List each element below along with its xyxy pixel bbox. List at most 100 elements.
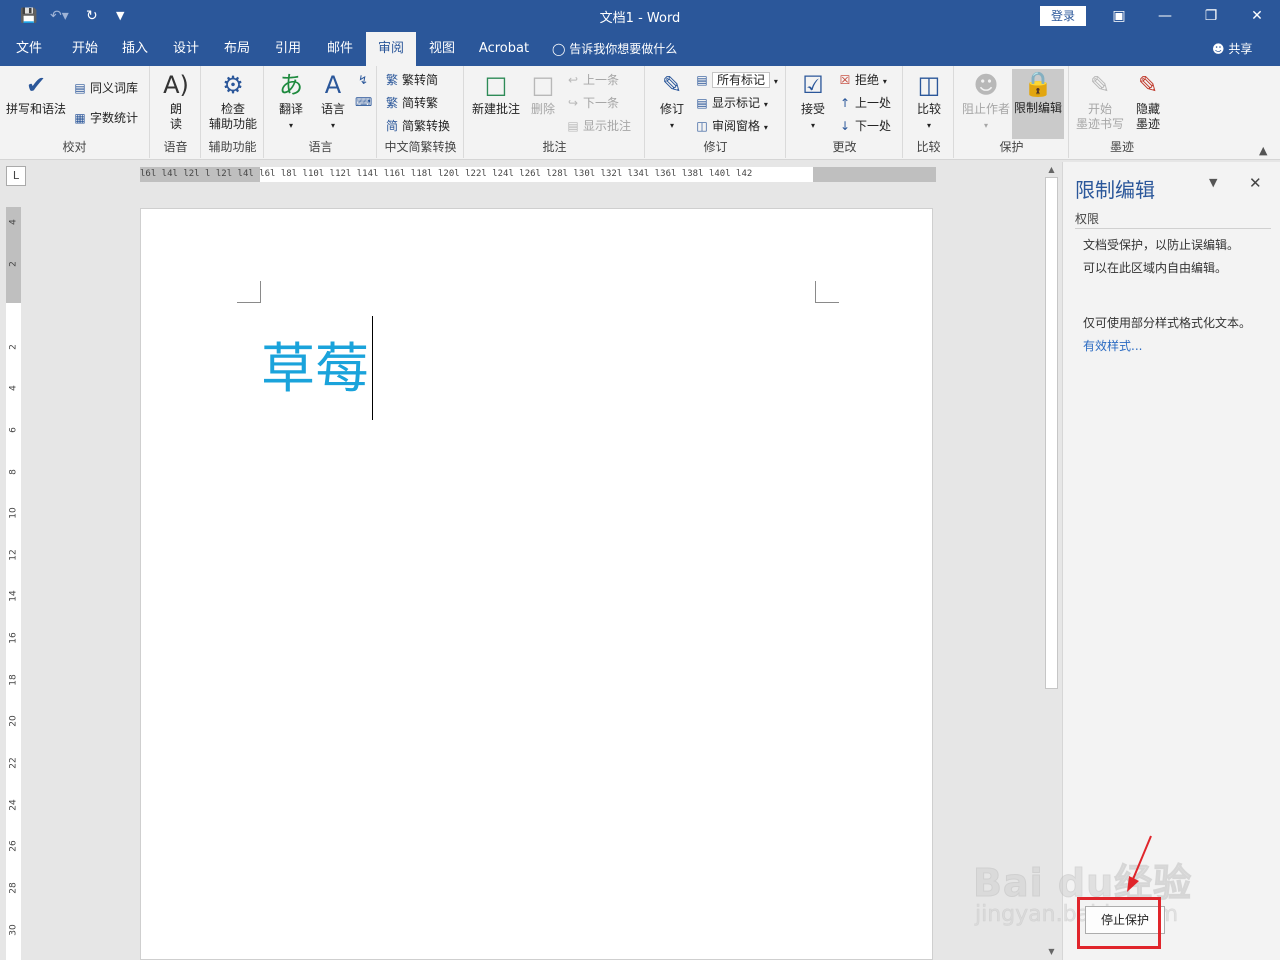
restrict-editing-icon: 🔒 [1023,70,1053,98]
group-proofing: ✔ 拼写和语法 ▤ 同义词库 ▦ 字数统计 校对 [0,66,150,158]
group-speech: A) 朗 读 语音 [151,66,201,158]
pen-icon: ✎ [1089,71,1111,99]
accept-icon: ☑ [802,71,824,99]
restrict-editing-button[interactable]: 🔒 限制编辑 [1012,69,1064,139]
trad-to-simp-label: 繁转简 [402,73,439,87]
highlight-box [1077,897,1161,949]
delete-comment-icon: □ [531,71,555,99]
spelling-grammar-button[interactable]: ✔ 拼写和语法 [4,70,68,117]
block-authors-button[interactable]: ☻ 阻止作者 ▾ [959,70,1013,133]
reviewing-pane-label: 审阅窗格 [712,119,761,133]
previous-change-icon: ↑ [839,96,851,110]
translate-button[interactable]: あ翻译 ▾ [269,70,313,133]
lightbulb-icon: ◯ [552,42,566,56]
compare-button[interactable]: ◫ 比较 ▾ [908,70,950,133]
abc-count-icon: ▦ [74,111,86,125]
delete-comment-button[interactable]: □ 删除 [523,70,563,117]
check-accessibility-button[interactable]: ⚙ 检查 辅助功能 [204,70,262,132]
reject-button[interactable]: ☒ 拒绝 ▾ [837,70,887,90]
tab-file[interactable]: 文件 [6,32,52,66]
previous-change-label: 上一处 [855,96,892,110]
word-count-button[interactable]: ▦ 字数统计 [72,108,138,128]
save-icon[interactable]: 💾 [20,6,37,26]
tab-insert[interactable]: 插入 [112,32,158,66]
tab-mailings[interactable]: 邮件 [316,32,364,66]
read-aloud-label: 朗 读 [169,102,182,131]
simp-to-trad-button[interactable]: 繁简转繁 [384,93,438,113]
language-options-icon[interactable]: ↯ [355,70,373,90]
keyboard-icon[interactable]: ⌨ [355,92,373,112]
share-button[interactable]: ☻ 共享 [1212,32,1252,66]
tab-view[interactable]: 视图 [418,32,466,66]
tab-layout[interactable]: 布局 [214,32,260,66]
vruler-number: 6 [8,427,19,433]
tab-review[interactable]: 审阅 [366,32,416,66]
customize-qat-icon[interactable]: ▼ [116,6,124,26]
vertical-ruler[interactable]: 4 2 2 4 6 8 10 12 14 16 18 20 22 24 26 2… [6,207,21,960]
redo-icon[interactable]: ↻ [86,6,98,26]
show-markup-button[interactable]: ▤ 显示标记 ▾ [694,93,768,113]
group-label-comments: 批注 [542,140,567,154]
trad-to-simp-button[interactable]: 繁繁转简 [384,70,438,90]
group-label-tracking: 修订 [703,140,728,154]
group-protect: ☻ 阻止作者 ▾ 🔒 限制编辑 保护 [955,66,1069,158]
next-comment-button[interactable]: ↪ 下一条 [565,93,619,113]
horizontal-ruler[interactable]: l6l l4l l2l l l2l l4l l6l l8l l10l l12l … [140,167,936,182]
group-label-proofing: 校对 [62,140,87,154]
previous-change-button[interactable]: ↑ 上一处 [837,93,891,113]
tab-references[interactable]: 引用 [265,32,311,66]
pane-options-icon[interactable]: ▼ [1209,176,1217,189]
vertical-scrollbar[interactable]: ▲ ▼ [1043,163,1060,960]
next-comment-icon: ↪ [567,96,579,110]
conversion-button[interactable]: 简简繁转换 [384,116,450,136]
read-aloud-button[interactable]: A) 朗 读 [157,70,195,132]
scroll-down-icon[interactable]: ▼ [1043,947,1060,956]
thesaurus-button[interactable]: ▤ 同义词库 [72,78,138,98]
available-styles-link[interactable]: 有效样式... [1083,337,1142,354]
tab-design[interactable]: 设计 [163,32,209,66]
login-button[interactable]: 登录 [1040,6,1086,26]
previous-comment-button[interactable]: ↩ 上一条 [565,70,619,90]
language-icon: A [324,71,342,99]
tab-home[interactable]: 开始 [60,32,110,66]
vruler-number: 12 [8,549,19,561]
compare-label: 比较 [916,102,941,116]
red-arrow-icon [1127,835,1152,892]
language-button[interactable]: A 语言 ▾ [313,70,353,133]
ribbon-display-icon[interactable]: ▣ [1096,0,1142,32]
group-label-changes: 更改 [832,140,857,154]
previous-comment-icon: ↩ [567,73,579,87]
track-changes-icon: ✎ [661,71,683,99]
tab-acrobat[interactable]: Acrobat [472,32,536,66]
pane-text: 可以在此区域内自由编辑。 [1083,261,1228,275]
start-inking-button[interactable]: ✎ 开始 墨迹书写 [1072,70,1128,132]
new-comment-button[interactable]: □ 新建批注 [467,70,525,117]
tell-me-search[interactable]: ◯ 告诉我你想要做什么 [552,32,677,66]
new-comment-icon: □ [484,71,508,99]
close-window-icon[interactable]: ✕ [1234,0,1280,32]
group-label-ink: 墨迹 [1109,140,1134,154]
scroll-thumb[interactable] [1045,177,1058,689]
scroll-up-icon[interactable]: ▲ [1043,165,1060,174]
show-comments-button[interactable]: ▤ 显示批注 [565,116,631,136]
hide-ink-button[interactable]: ✎ 隐藏 墨迹 [1128,70,1168,132]
vruler-number: 24 [8,799,19,811]
document-text[interactable]: 草莓 [261,337,369,401]
reviewing-pane-button[interactable]: ◫ 审阅窗格 ▾ [694,116,768,136]
next-comment-label: 下一条 [583,96,620,110]
collapse-ribbon-icon[interactable]: ▲ [1259,144,1267,157]
markup-select[interactable]: ▤ 所有标记 ▾ [694,70,778,90]
vruler-number: 28 [8,882,19,894]
title-bar: 💾 ↶▾ ↻ ▼ 文档1 - Word 登录 ▣ — ❐ ✕ [0,0,1280,32]
next-change-button[interactable]: ↓ 下一处 [837,116,891,136]
minimize-icon[interactable]: — [1142,0,1188,32]
accept-button[interactable]: ☑ 接受 ▾ [791,70,835,133]
pane-close-icon[interactable]: ✕ [1249,174,1262,192]
person-icon: ☻ [1212,42,1225,56]
block-authors-icon: ☻ [973,71,999,99]
undo-icon[interactable]: ↶▾ [50,6,69,26]
tab-selector[interactable]: L [6,166,26,186]
document-page[interactable]: 草莓 [140,208,933,960]
restore-icon[interactable]: ❐ [1188,0,1234,32]
track-changes-button[interactable]: ✎ 修订 ▾ [650,70,694,133]
